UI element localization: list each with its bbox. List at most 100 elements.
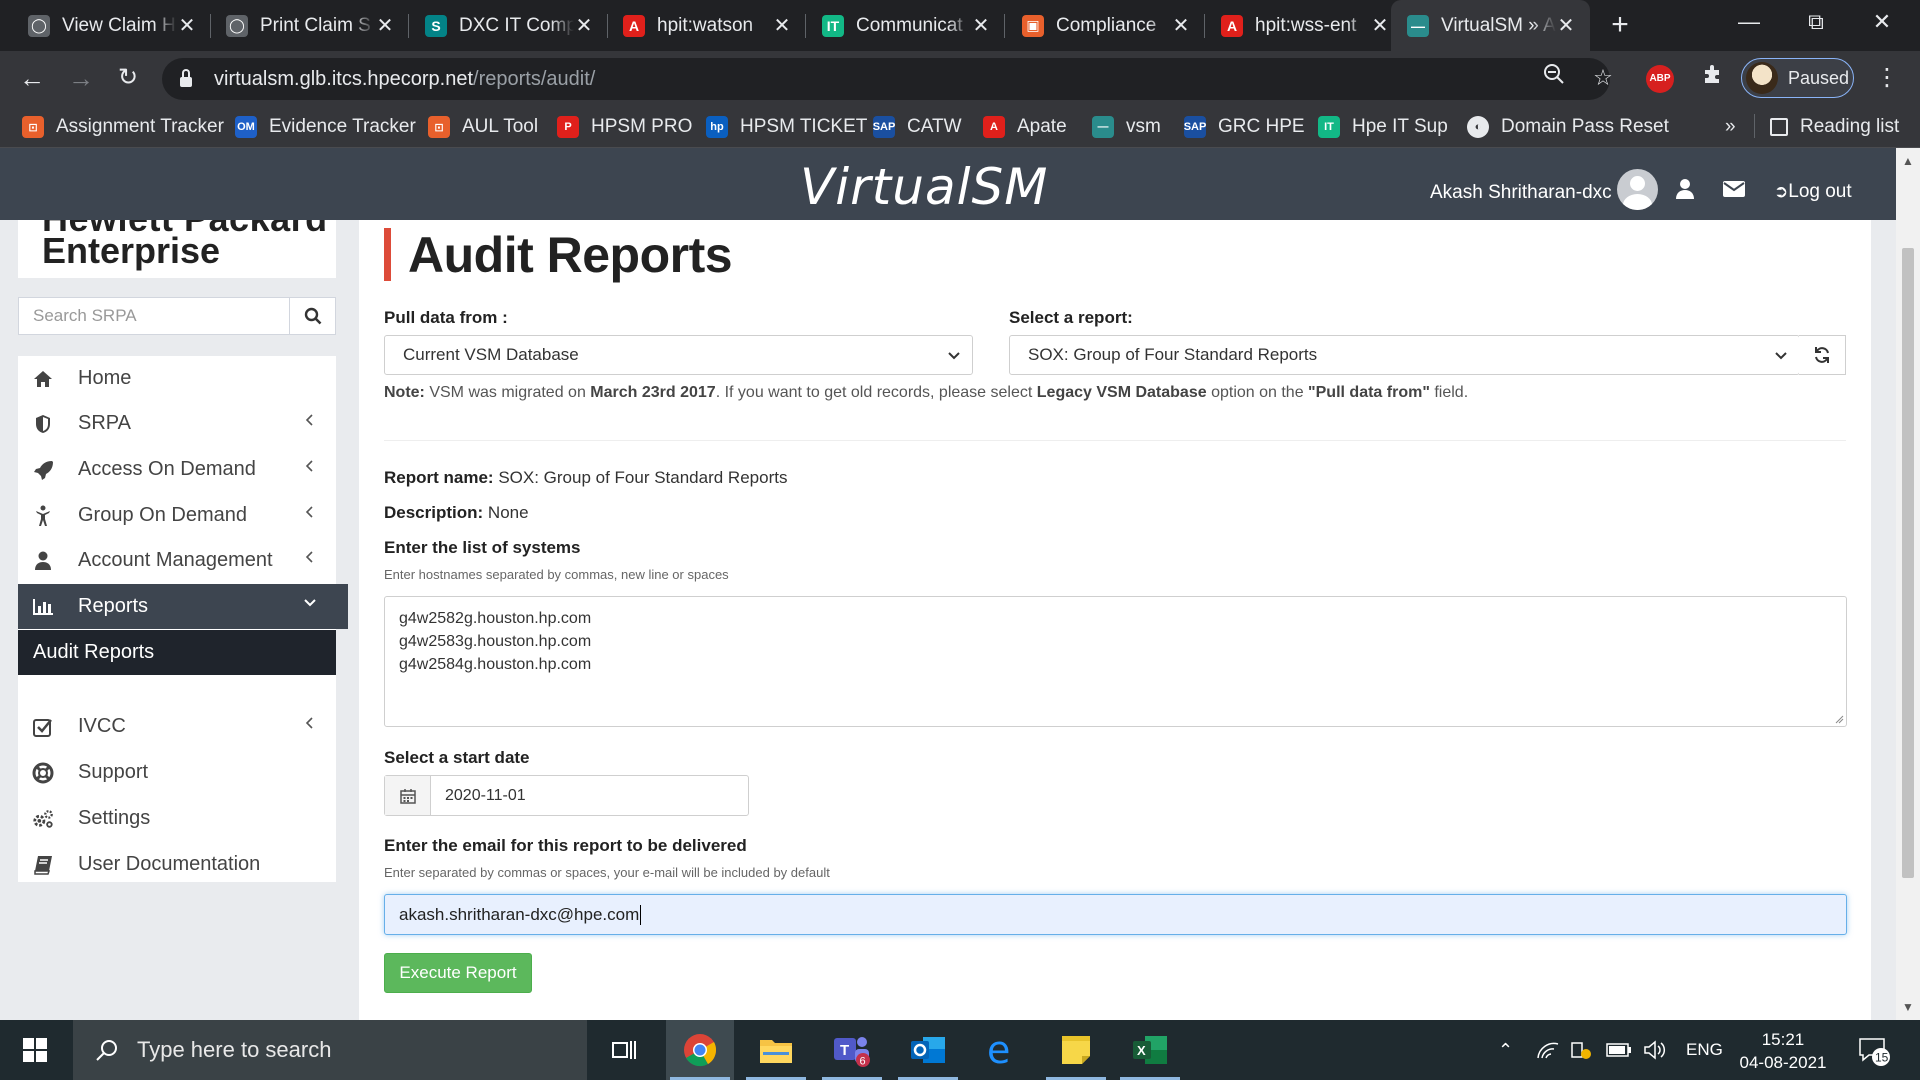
minimize-button[interactable]: — [1720, 0, 1778, 44]
language-indicator[interactable]: ENG [1686, 1020, 1723, 1080]
user-icon[interactable] [1675, 178, 1695, 206]
close-tab-icon[interactable]: ✕ [177, 13, 197, 38]
envelope-icon[interactable] [1723, 178, 1745, 204]
browser-tab[interactable]: S DXC IT Comp ✕ [409, 0, 608, 51]
sidebar-item-srpa[interactable]: SRPA [18, 401, 336, 446]
bookmark-item[interactable]: SAP CATW [873, 114, 962, 140]
sidebar-item-support[interactable]: Support [18, 750, 336, 795]
taskbar-excel[interactable]: X [1116, 1020, 1184, 1080]
restore-button[interactable]: ⧉ [1787, 0, 1845, 44]
adblock-extension-icon[interactable]: ABP [1646, 65, 1674, 93]
bookmarks-overflow-button[interactable]: » [1725, 114, 1736, 140]
pull-data-select[interactable]: Current VSM Database [384, 335, 973, 375]
reload-button[interactable]: ↻ [110, 60, 146, 96]
bookmark-item[interactable]: A Apate [983, 114, 1067, 140]
email-input[interactable]: akash.shritharan-dxc@hpe.com [384, 894, 1847, 935]
profile-status: Paused [1788, 67, 1850, 88]
start-button[interactable] [0, 1020, 70, 1080]
taskbar-outlook[interactable] [894, 1020, 962, 1080]
sidebar-search-input[interactable] [19, 298, 289, 334]
close-tab-icon[interactable]: ✕ [1171, 13, 1191, 38]
start-date-value[interactable]: 2020-11-01 [431, 776, 526, 815]
battery-icon[interactable] [1606, 1020, 1632, 1080]
refresh-reports-button[interactable] [1799, 335, 1846, 375]
zoom-icon[interactable] [1537, 60, 1571, 96]
browser-tab[interactable]: Ahpit:wss-ent ✕ [1205, 0, 1404, 51]
bookmark-item[interactable]: — vsm [1092, 114, 1161, 140]
browser-tab[interactable]: ▣ Compliance ✕ [1006, 0, 1205, 51]
sidebar-item-label: User Documentation [78, 853, 261, 875]
clock-time: 15:21 [1761, 1030, 1805, 1049]
browser-tab[interactable]: ◯ View Claim H ✕ [12, 0, 211, 51]
notification-center-button[interactable]: 15 [1857, 1020, 1891, 1080]
tray-overflow-icon[interactable]: ⌃ [1498, 1020, 1513, 1080]
bookmark-item[interactable]: OM Evidence Tracker [235, 114, 416, 140]
taskbar-file-explorer[interactable] [742, 1020, 810, 1080]
close-tab-icon[interactable]: ✕ [1370, 13, 1390, 38]
bookmark-item[interactable]: IT Hpe IT Sup [1318, 114, 1448, 140]
system-clock[interactable]: 15:21 04-08-2021 [1728, 1028, 1838, 1074]
taskbar-sticky-notes[interactable] [1042, 1020, 1110, 1080]
sidebar-item-user-documentation[interactable]: User Documentation [18, 842, 336, 887]
bookmark-item[interactable]: ⊡ Assignment Tracker [22, 114, 224, 140]
sidebar-search [18, 297, 336, 335]
bookmark-item[interactable]: P HPSM PRO [557, 114, 692, 140]
search-button[interactable] [289, 298, 335, 334]
sidebar-item-access-on-demand[interactable]: Access On Demand [18, 447, 336, 492]
taskbar-edge[interactable]: e [968, 1020, 1036, 1080]
sidebar-item-audit-reports[interactable]: Audit Reports [18, 630, 336, 675]
taskbar-teams[interactable]: T6 [818, 1020, 886, 1080]
bookmark-item[interactable]: ⊡ AUL Tool [428, 114, 538, 140]
resize-grip-icon[interactable] [1834, 714, 1844, 724]
bookmark-item[interactable]: hp HPSM TICKET [706, 114, 867, 140]
execute-report-button[interactable]: Execute Report [384, 953, 532, 993]
back-button[interactable]: ← [14, 60, 50, 96]
scroll-down-arrow[interactable]: ▼ [1902, 1000, 1914, 1014]
security-tray-icon[interactable] [1570, 1020, 1592, 1080]
sidebar-item-reports[interactable]: Reports [18, 584, 348, 629]
close-window-button[interactable]: ✕ [1853, 0, 1911, 44]
close-tab-icon[interactable]: ✕ [574, 13, 594, 38]
start-date-picker[interactable]: 2020-11-01 [384, 775, 749, 816]
browser-tab[interactable]: ◯ Print Claim S ✕ [210, 0, 409, 51]
task-view-button[interactable] [590, 1020, 658, 1080]
sidebar-item-settings[interactable]: Settings [18, 796, 336, 841]
browser-tab[interactable]: IT Communicat ✕ [806, 0, 1005, 51]
forward-button[interactable]: → [63, 60, 99, 96]
bookmark-star-icon[interactable]: ☆ [1586, 60, 1620, 96]
lifebuoy-icon [32, 762, 54, 784]
virtualsm-logo[interactable]: VirtualSM [800, 158, 1048, 216]
logout-link[interactable]: ➲Log out [1774, 181, 1852, 203]
new-tab-button[interactable]: + [1604, 7, 1636, 43]
browser-tab[interactable]: — VirtualSM » A ✕ [1391, 0, 1590, 51]
user-avatar[interactable] [1617, 169, 1658, 210]
page-scrollbar[interactable]: ▲ ▼ [1896, 148, 1920, 1020]
bookmark-item[interactable]: ◐ Domain Pass Reset [1467, 114, 1669, 140]
taskbar-chrome[interactable] [666, 1020, 734, 1080]
close-tab-icon[interactable]: ✕ [1556, 13, 1576, 38]
profile-button[interactable]: Paused [1741, 58, 1854, 98]
volume-icon[interactable] [1643, 1020, 1667, 1080]
close-tab-icon[interactable]: ✕ [971, 13, 991, 38]
bookmark-item[interactable]: SAP GRC HPE [1184, 114, 1305, 140]
scroll-up-arrow[interactable]: ▲ [1902, 154, 1914, 168]
browser-tab[interactable]: Ahpit:watson ✕ [607, 0, 806, 51]
sidebar-item-group-on-demand[interactable]: Group On Demand [18, 493, 336, 538]
taskbar-search[interactable]: Type here to search [73, 1020, 587, 1080]
address-bar[interactable]: virtualsm.glb.itcs.hpecorp.net/reports/a… [162, 58, 1610, 100]
extensions-puzzle-icon[interactable] [1696, 60, 1730, 96]
calendar-icon[interactable] [385, 776, 431, 815]
outlook-icon [911, 1037, 945, 1063]
systems-textarea[interactable]: g4w2582g.houston.hp.com g4w2583g.houston… [384, 596, 1847, 727]
browser-menu-icon[interactable]: ⋮ [1870, 60, 1904, 96]
scrollbar-thumb[interactable] [1902, 248, 1914, 878]
report-select[interactable]: SOX: Group of Four Standard Reports [1009, 335, 1800, 375]
sidebar-item-home[interactable]: Home [18, 356, 336, 401]
close-tab-icon[interactable]: ✕ [375, 13, 395, 38]
reading-list-button[interactable]: Reading list [1770, 114, 1899, 140]
sidebar-item-account-management[interactable]: Account Management [18, 538, 336, 583]
user-name[interactable]: Akash Shritharan-dxc [1430, 182, 1612, 204]
sidebar-item-ivcc[interactable]: IVCC [18, 704, 336, 749]
network-icon[interactable] [1536, 1020, 1560, 1080]
close-tab-icon[interactable]: ✕ [772, 13, 792, 38]
